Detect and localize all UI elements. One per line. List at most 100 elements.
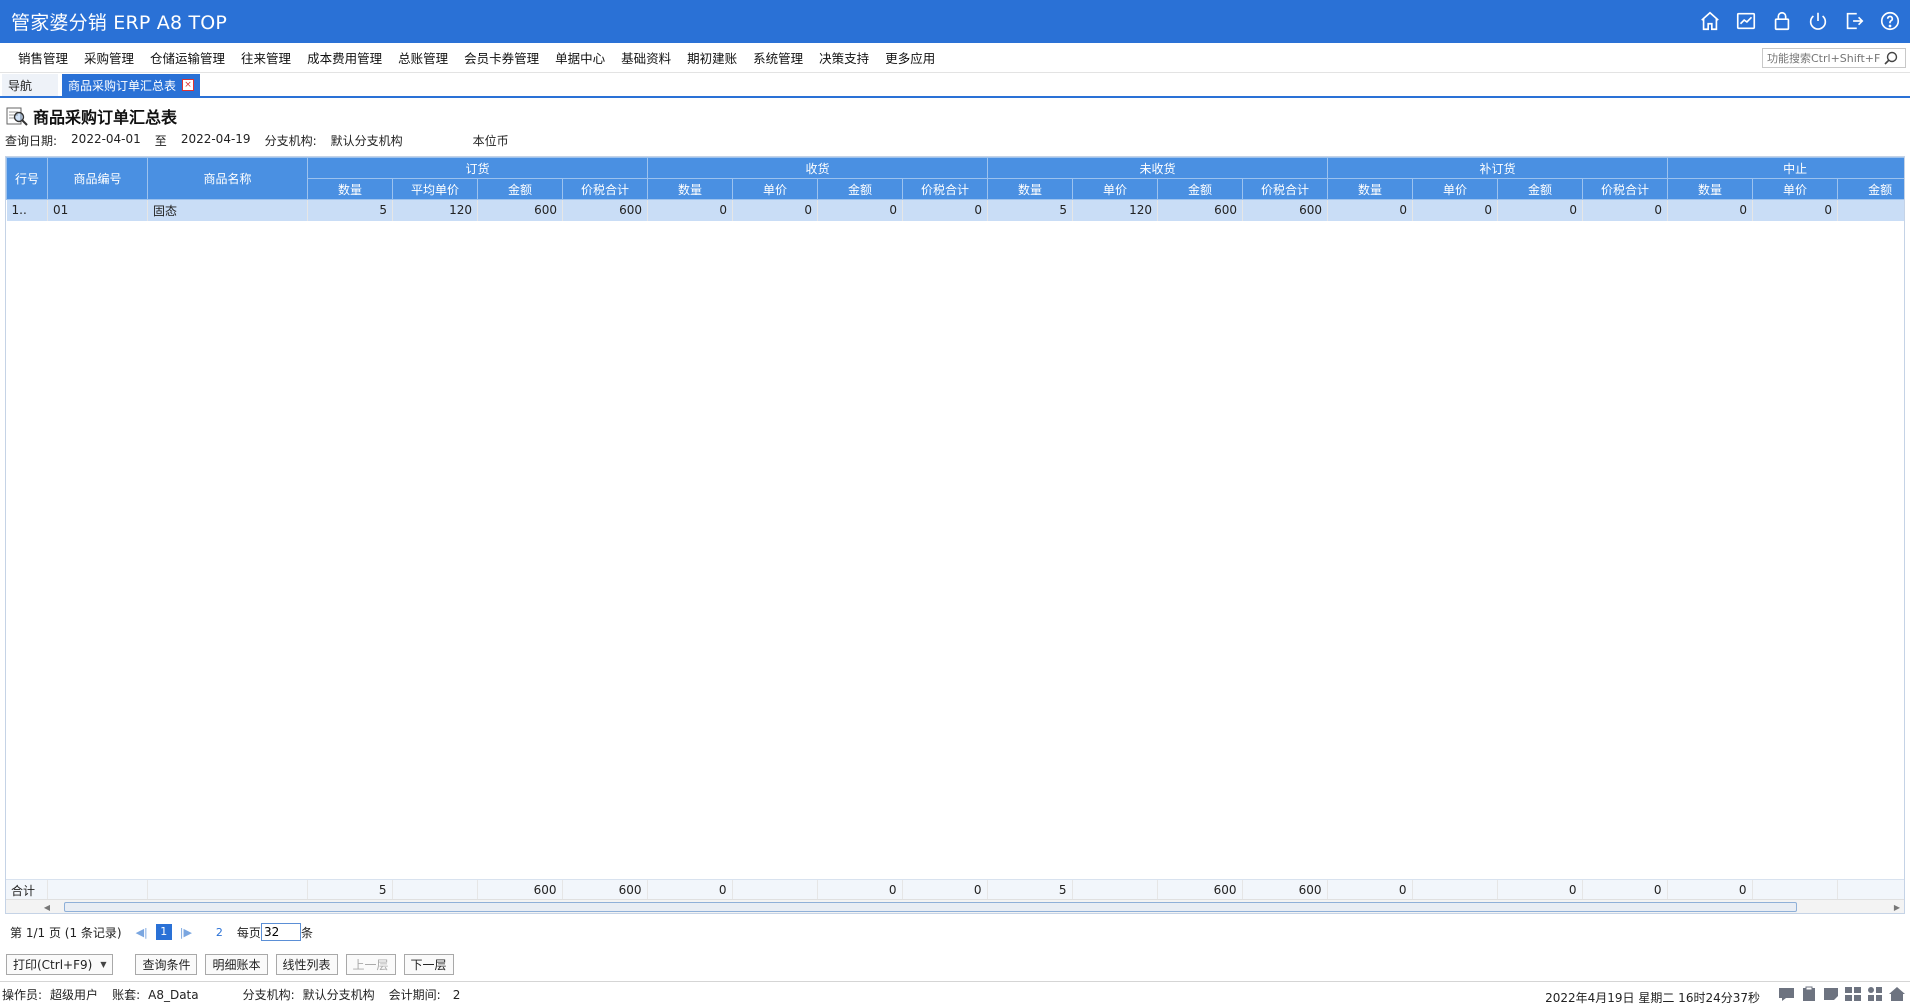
summary-grid[interactable]: 行号 商品编号 商品名称 订货 收货 未收货 补订货 中止 数量 平均单价 金额 价税合计 数量 单价金… — [5, 156, 1905, 914]
cell-value[interactable]: 0 — [1327, 199, 1414, 221]
cell-code[interactable]: 01 — [47, 199, 148, 221]
header-fixed-1[interactable]: 商品编号 — [47, 157, 148, 200]
header-col-1-2[interactable]: 金额 — [817, 178, 904, 200]
linear-list-button[interactable]: 线性列表 — [275, 954, 338, 975]
cell-value[interactable]: 0 — [1412, 199, 1499, 221]
lock-icon[interactable] — [1770, 9, 1794, 33]
help-icon[interactable] — [1878, 9, 1902, 33]
cell-value[interactable]: 120 — [1072, 199, 1159, 221]
down-level-button[interactable]: 下一层 — [403, 954, 454, 975]
first-page-icon[interactable]: ◀| — [136, 926, 148, 939]
totals-value — [1412, 880, 1498, 900]
scroll-right-icon[interactable]: ▶ — [1890, 900, 1904, 913]
menu-purchase[interactable]: 采购管理 — [76, 48, 142, 67]
search-icon[interactable] — [1883, 50, 1899, 66]
header-col-4-0[interactable]: 数量 — [1667, 178, 1754, 200]
menu-basic-data[interactable]: 基础资料 — [613, 48, 679, 67]
header-col-1-3[interactable]: 价税合计 — [902, 178, 989, 200]
action-buttons: 打印(Ctrl+F9) ▼ 查询条件 明细账本 线性列表 上一层 下一层 — [6, 954, 454, 975]
header-col-1-1[interactable]: 单价 — [732, 178, 819, 200]
detail-ledger-button[interactable]: 明细账本 — [205, 954, 268, 975]
apps-icon[interactable] — [1866, 986, 1884, 1002]
home-small-icon[interactable] — [1888, 986, 1906, 1002]
function-search-input[interactable] — [1763, 51, 1883, 65]
print-button[interactable]: 打印(Ctrl+F9) ▼ — [6, 954, 114, 975]
cell-value[interactable]: 600 — [562, 199, 649, 221]
chevron-down-icon[interactable]: ▼ — [100, 960, 106, 969]
cell-rowno[interactable]: 1.. — [6, 199, 48, 221]
menu-decision[interactable]: 决策支持 — [811, 48, 877, 67]
cell-value[interactable]: 0 — [1752, 199, 1839, 221]
cell-value[interactable] — [1837, 199, 1904, 221]
branch-value: 默认分支机构 — [302, 988, 375, 1002]
cell-value[interactable]: 5 — [307, 199, 393, 221]
power-icon[interactable] — [1806, 9, 1830, 33]
menu-cost[interactable]: 成本费用管理 — [299, 48, 390, 67]
erp-window: 管家婆分销 ERP A8 TOP 销售管理 采购管理 仓储运输管理 往来管理 成… — [0, 0, 1910, 1007]
header-col-3-2[interactable]: 金额 — [1497, 178, 1584, 200]
header-col-4-2[interactable]: 金额 — [1837, 178, 1904, 200]
cell-value[interactable]: 600 — [477, 199, 563, 221]
header-col-3-3[interactable]: 价税合计 — [1582, 178, 1669, 200]
table-row[interactable]: 1.. 01 固态 5 120 600 600 0 0 0 0 5 120 600 600 0 0 0 0 0 0 — [6, 199, 1904, 221]
header-col-0-3[interactable]: 价税合计 — [561, 178, 649, 200]
cell-value[interactable]: 0 — [817, 199, 904, 221]
header-col-2-1[interactable]: 单价 — [1072, 178, 1159, 200]
menu-accounts[interactable]: 往来管理 — [233, 48, 299, 67]
totals-value: 0 — [1667, 880, 1753, 900]
totals-value: 600 — [562, 880, 648, 900]
datetime: 2022年4月19日 星期二 16时24分37秒 — [1545, 991, 1760, 1005]
next-page-icon[interactable]: |▶ — [180, 926, 192, 939]
cell-value[interactable]: 600 — [1157, 199, 1244, 221]
menu-documents[interactable]: 单据中心 — [547, 48, 613, 67]
header-col-0-2[interactable]: 金额 — [477, 178, 563, 200]
header-col-4-1[interactable]: 单价 — [1752, 178, 1839, 200]
menu-opening[interactable]: 期初建账 — [679, 48, 745, 67]
header-fixed-0[interactable]: 行号 — [6, 157, 48, 200]
chart-icon[interactable] — [1734, 9, 1758, 33]
cell-name[interactable]: 固态 — [147, 199, 308, 221]
last-page[interactable]: 2 — [216, 926, 223, 939]
menu-ledger[interactable]: 总账管理 — [390, 48, 456, 67]
cell-value[interactable]: 0 — [1582, 199, 1669, 221]
tab-purchase-order-summary[interactable]: 商品采购订单汇总表 × — [62, 74, 201, 96]
cell-value[interactable]: 0 — [647, 199, 734, 221]
header-col-3-0[interactable]: 数量 — [1327, 178, 1414, 200]
header-col-0-1[interactable]: 平均单价 — [392, 178, 478, 200]
cell-value[interactable]: 5 — [987, 199, 1074, 221]
header-fixed-2[interactable]: 商品名称 — [147, 157, 308, 200]
header-col-0-0[interactable]: 数量 — [307, 178, 393, 200]
cell-value[interactable]: 0 — [1667, 199, 1754, 221]
cell-value[interactable]: 0 — [732, 199, 819, 221]
cell-value[interactable]: 0 — [1497, 199, 1584, 221]
clipboard-icon[interactable] — [1800, 986, 1818, 1002]
menu-system[interactable]: 系统管理 — [745, 48, 811, 67]
close-icon[interactable]: × — [182, 79, 195, 91]
notes-icon[interactable] — [1822, 986, 1840, 1002]
header-col-2-2[interactable]: 金额 — [1157, 178, 1244, 200]
status-icons — [1778, 986, 1906, 1002]
exit-icon[interactable] — [1842, 9, 1866, 33]
scroll-left-icon[interactable]: ◀ — [40, 900, 54, 913]
cell-value[interactable]: 0 — [902, 199, 989, 221]
current-page[interactable]: 1 — [155, 924, 172, 940]
header-col-1-0[interactable]: 数量 — [647, 178, 734, 200]
header-col-2-0[interactable]: 数量 — [987, 178, 1074, 200]
grid-icon[interactable] — [1844, 986, 1862, 1002]
menu-member[interactable]: 会员卡券管理 — [456, 48, 547, 67]
header-col-2-3[interactable]: 价税合计 — [1242, 178, 1329, 200]
cell-value[interactable]: 120 — [392, 199, 478, 221]
per-page-input[interactable] — [260, 923, 301, 941]
up-level-button[interactable]: 上一层 — [345, 954, 396, 975]
scrollbar-thumb[interactable] — [64, 902, 1797, 912]
menu-more[interactable]: 更多应用 — [877, 48, 943, 67]
home-icon[interactable] — [1698, 9, 1722, 33]
horizontal-scrollbar[interactable]: ◀ ▶ — [6, 899, 1904, 913]
menu-warehouse[interactable]: 仓储运输管理 — [142, 48, 233, 67]
tab-navigation[interactable]: 导航 — [2, 74, 58, 96]
query-conditions-button[interactable]: 查询条件 — [135, 954, 198, 975]
cell-value[interactable]: 600 — [1242, 199, 1329, 221]
header-col-3-1[interactable]: 单价 — [1412, 178, 1499, 200]
menu-sales[interactable]: 销售管理 — [10, 48, 76, 67]
message-icon[interactable] — [1778, 986, 1796, 1002]
